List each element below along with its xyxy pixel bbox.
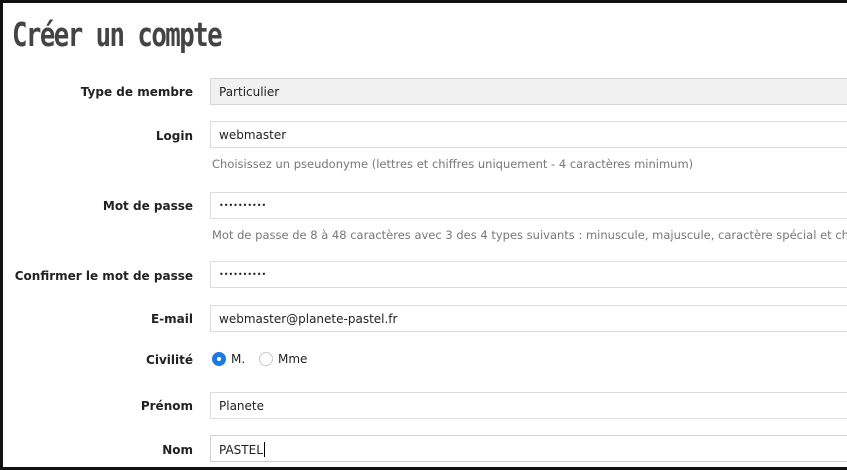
text-caret xyxy=(263,442,265,457)
civilite-option-m[interactable]: M. xyxy=(212,352,245,366)
radio-m-label: M. xyxy=(231,352,246,366)
type-membre-label: Type de membre xyxy=(80,85,193,99)
email-input[interactable]: webmaster@planete-pastel.fr xyxy=(210,305,847,332)
confirm-password-label: Confirmer le mot de passe xyxy=(14,269,193,283)
email-label: E-mail xyxy=(150,312,193,326)
login-help-text: Choisissez un pseudonyme (lettres et chi… xyxy=(212,157,694,171)
prenom-input[interactable]: Planete xyxy=(210,392,847,419)
nom-input[interactable]: PASTEL xyxy=(210,435,847,462)
radio-mme-label: Mme xyxy=(278,352,308,366)
nom-label: Nom xyxy=(162,443,193,457)
radio-mme-icon[interactable] xyxy=(259,352,273,366)
confirm-password-input[interactable]: •••••••••• xyxy=(210,261,847,288)
password-help-text: Mot de passe de 8 à 48 caractères avec 3… xyxy=(212,228,847,242)
type-membre-select[interactable]: Particulier xyxy=(210,78,847,105)
password-mask: •••••••••• xyxy=(219,201,267,210)
prenom-label: Prénom xyxy=(140,399,193,413)
nom-value: PASTEL xyxy=(219,443,263,457)
password-label: Mot de passe xyxy=(102,199,193,213)
login-input[interactable]: webmaster xyxy=(210,121,847,148)
password-input[interactable]: •••••••••• xyxy=(210,192,847,219)
form-frame: Créer un compte Type de membre Particuli… xyxy=(0,0,847,470)
login-label: Login xyxy=(155,129,193,143)
civilite-label: Civilité xyxy=(146,353,193,367)
radio-m-checked-icon[interactable] xyxy=(212,352,226,366)
civilite-option-mme[interactable]: Mme xyxy=(259,352,307,366)
confirm-password-mask: •••••••••• xyxy=(219,270,267,279)
page-title: Créer un compte xyxy=(12,15,223,54)
